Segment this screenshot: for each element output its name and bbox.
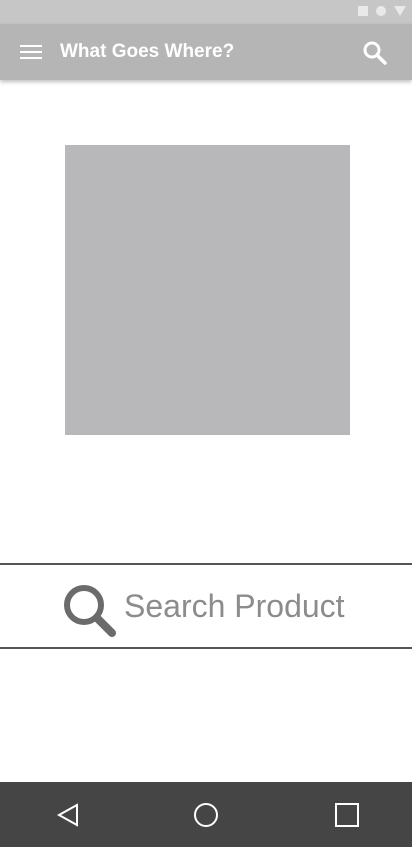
search-icon[interactable] [362,40,388,66]
placeholder-image [65,145,350,435]
recent-apps-icon[interactable] [332,800,362,830]
app-bar: What Goes Where? [0,24,412,80]
search-placeholder: Search Product [124,588,345,624]
triangle-down-icon [394,6,406,16]
square-icon [358,6,368,16]
system-nav-bar [0,782,412,847]
home-icon[interactable] [191,800,221,830]
circle-icon [376,6,386,16]
search-product-field[interactable]: Search Product [0,563,412,649]
page-title: What Goes Where? [60,41,235,62]
search-icon [64,585,116,637]
status-bar [0,0,412,24]
status-icons [358,6,406,16]
back-icon[interactable] [54,800,84,830]
hamburger-menu-icon[interactable] [20,44,42,60]
